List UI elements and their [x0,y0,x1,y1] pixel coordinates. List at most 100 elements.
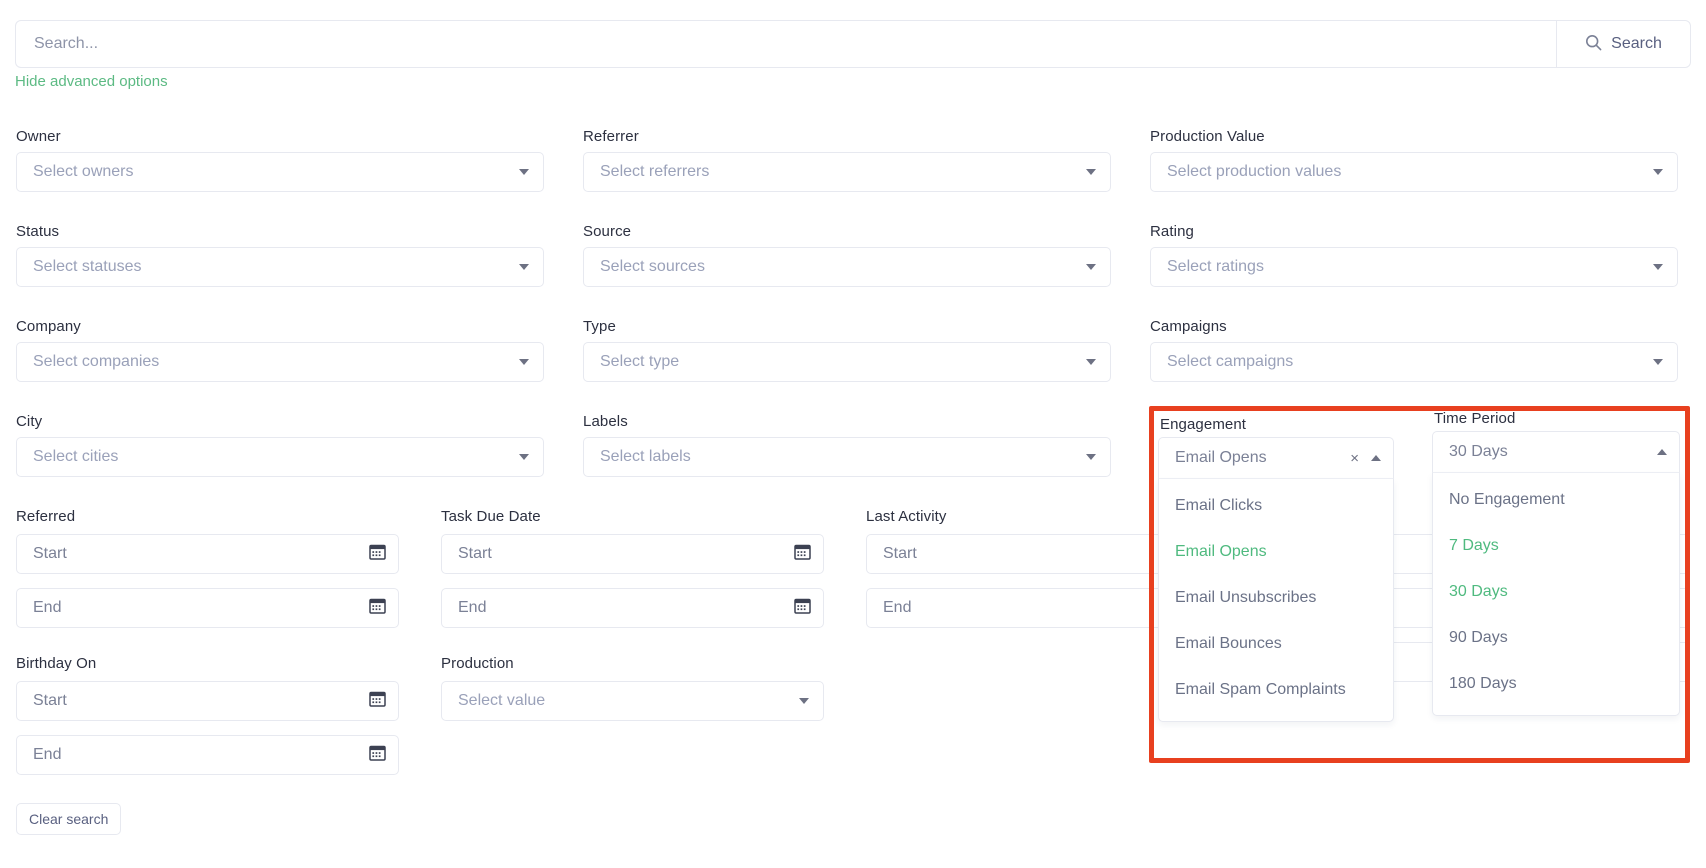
search-button[interactable]: Search [1556,21,1690,67]
engagement-selected-value: Email Opens [1175,449,1267,466]
label-source: Source [583,223,632,240]
chevron-down-icon [519,264,529,270]
time-period-dropdown-control[interactable]: 30 Days [1432,431,1680,473]
search-button-label: Search [1611,35,1662,52]
engagement-option-email-opens[interactable]: Email Opens [1159,529,1393,575]
advanced-search-panel: Search Hide advanced options Owner Selec… [0,0,1706,868]
label-production: Production [441,655,514,672]
referred-start-placeholder: Start [33,545,67,562]
chevron-down-icon [1086,264,1096,270]
label-status: Status [16,223,60,240]
calendar-icon[interactable] [794,597,811,619]
task-due-date-end-input[interactable]: End [441,588,824,628]
select-sources-placeholder: Select sources [600,258,705,275]
option-label: Email Unsubscribes [1175,589,1317,606]
chevron-down-icon [1086,359,1096,365]
engagement-option-email-spam-complaints[interactable]: Email Spam Complaints [1159,667,1393,713]
clear-search-button[interactable]: Clear search [16,803,122,835]
chevron-down-icon [1653,264,1663,270]
label-engagement: Engagement [1160,416,1247,433]
select-ratings[interactable]: Select ratings [1150,247,1678,287]
label-company: Company [16,318,81,335]
label-referred: Referred [16,508,76,525]
select-cities-placeholder: Select cities [33,448,119,465]
label-labels: Labels [583,413,628,430]
task-due-date-start-input[interactable]: Start [441,534,824,574]
select-ratings-placeholder: Select ratings [1167,258,1264,275]
select-type-placeholder: Select type [600,353,680,370]
engagement-option-email-unsubscribes[interactable]: Email Unsubscribes [1159,575,1393,621]
select-cities[interactable]: Select cities [16,437,544,477]
select-campaigns-placeholder: Select campaigns [1167,353,1294,370]
clear-selection-icon[interactable]: × [1350,451,1359,466]
engagement-options-menu: Email Clicks Email Opens Email Unsubscri… [1158,479,1394,722]
select-campaigns[interactable]: Select campaigns [1150,342,1678,382]
birthday-start-date-input[interactable]: Start [16,681,399,721]
select-owners[interactable]: Select owners [16,152,544,192]
chevron-down-icon [1653,359,1663,365]
label-city: City [16,413,43,430]
option-label: 180 Days [1449,675,1517,692]
birthday-end-date-input[interactable]: End [16,735,399,775]
calendar-icon[interactable] [369,597,386,619]
select-production-values[interactable]: Select production values [1150,152,1678,192]
referred-end-date-input[interactable]: End [16,588,399,628]
chevron-down-icon [519,359,529,365]
chevron-down-icon [519,169,529,175]
chevron-down-icon [1653,169,1663,175]
time-period-option-7-days[interactable]: 7 Days [1433,523,1679,569]
label-owner: Owner [16,128,61,145]
time-period-option-no-engagement[interactable]: No Engagement [1433,477,1679,523]
select-companies[interactable]: Select companies [16,342,544,382]
referred-start-date-input[interactable]: Start [16,534,399,574]
calendar-icon[interactable] [794,543,811,565]
time-period-option-180-days[interactable]: 180 Days [1433,661,1679,707]
chevron-down-icon [799,698,809,704]
chevron-down-icon [1086,169,1096,175]
task-due-end-placeholder: End [458,599,487,616]
label-production-value: Production Value [1150,128,1265,145]
label-campaigns: Campaigns [1150,318,1227,335]
engagement-dropdown: Engagement Email Opens × Email Clicks Em… [1158,416,1394,722]
select-referrers-placeholder: Select referrers [600,163,710,180]
chevron-down-icon [1086,454,1096,460]
chevron-up-icon[interactable] [1371,455,1381,461]
select-owners-placeholder: Select owners [33,163,134,180]
option-label: Email Clicks [1175,497,1263,514]
label-rating: Rating [1150,223,1194,240]
calendar-icon[interactable] [369,690,386,712]
time-period-option-30-days[interactable]: 30 Days [1433,569,1679,615]
select-production-value-placeholder: Select value [458,692,546,709]
select-referrers[interactable]: Select referrers [583,152,1111,192]
chevron-up-icon[interactable] [1657,449,1667,455]
search-icon [1585,34,1602,54]
select-labels[interactable]: Select labels [583,437,1111,477]
label-referrer: Referrer [583,128,639,145]
engagement-option-email-clicks[interactable]: Email Clicks [1159,483,1393,529]
select-statuses-placeholder: Select statuses [33,258,142,275]
select-statuses[interactable]: Select statuses [16,247,544,287]
hide-advanced-options-link[interactable]: Hide advanced options [15,73,168,90]
search-bar: Search [15,20,1691,68]
select-production-values-placeholder: Select production values [1167,163,1342,180]
calendar-icon[interactable] [369,744,386,766]
referred-end-placeholder: End [33,599,62,616]
option-label: No Engagement [1449,491,1565,508]
calendar-icon[interactable] [369,543,386,565]
time-period-options-menu: No Engagement 7 Days 30 Days 90 Days 180… [1432,473,1680,716]
time-period-option-90-days[interactable]: 90 Days [1433,615,1679,661]
engagement-dropdown-control[interactable]: Email Opens × [1158,437,1394,479]
select-production-value[interactable]: Select value [441,681,824,721]
option-label: Email Spam Complaints [1175,681,1346,698]
label-type: Type [583,318,616,335]
select-type[interactable]: Select type [583,342,1111,382]
label-time-period: Time Period [1434,410,1516,427]
search-input[interactable] [16,21,1556,67]
option-label: 30 Days [1449,583,1508,600]
label-birthday-on: Birthday On [16,655,97,672]
time-period-selected-value: 30 Days [1449,443,1508,460]
select-sources[interactable]: Select sources [583,247,1111,287]
engagement-option-email-bounces[interactable]: Email Bounces [1159,621,1393,667]
option-label: 7 Days [1449,537,1499,554]
label-last-activity: Last Activity [866,508,947,525]
